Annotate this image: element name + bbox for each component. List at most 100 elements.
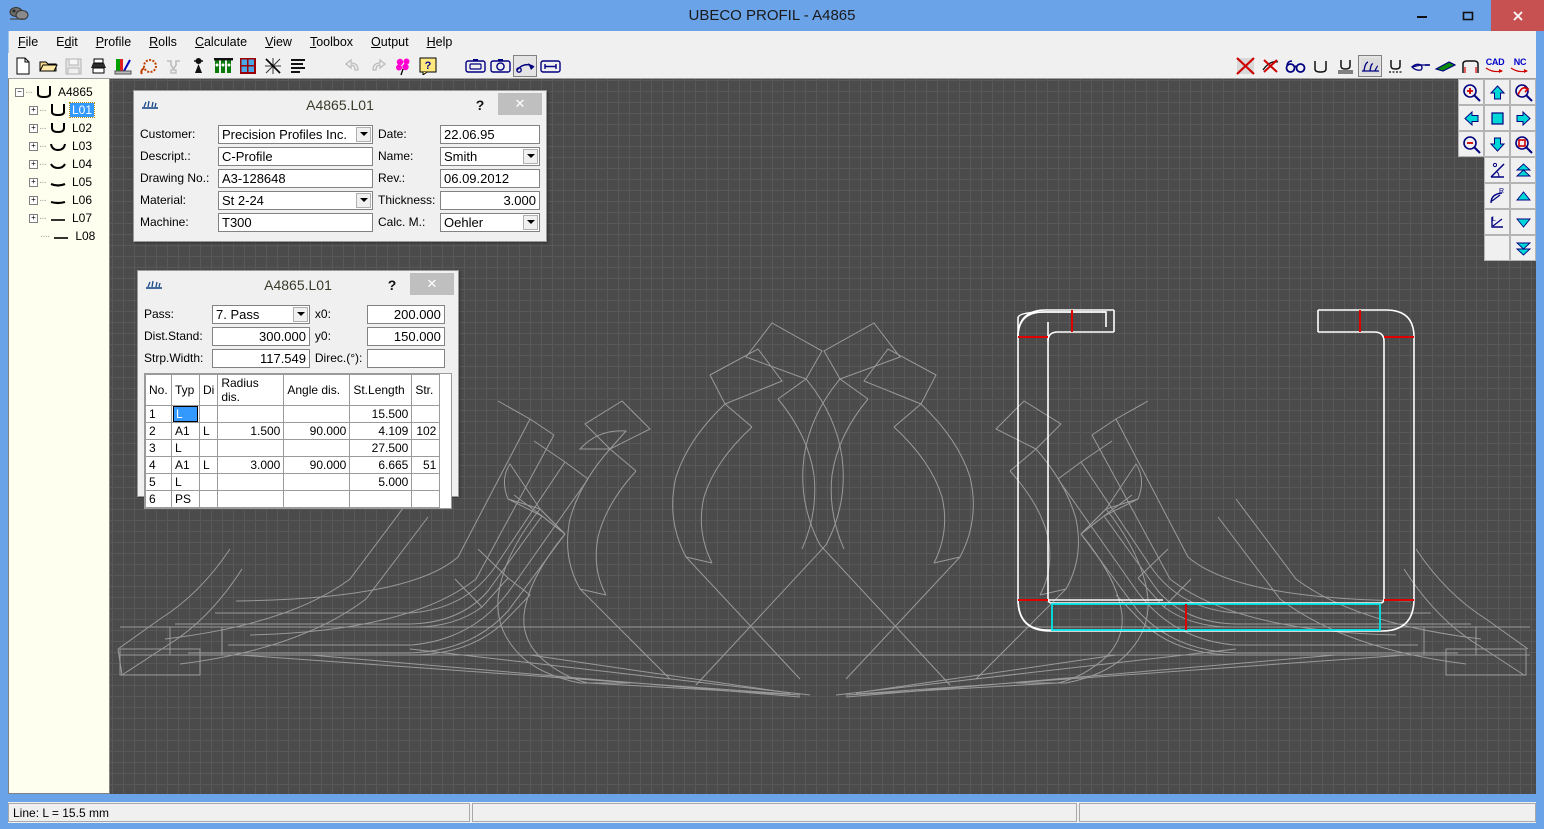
cell-stlength[interactable] — [350, 491, 412, 508]
mesh-icon[interactable] — [261, 55, 285, 77]
cell-radius[interactable]: 3.000 — [218, 457, 284, 474]
thickness-field[interactable]: 3.000 — [440, 191, 540, 210]
menu-profile[interactable]: Profile — [87, 33, 140, 51]
hand-point-icon[interactable] — [1408, 55, 1432, 77]
cell-typ[interactable]: A1 — [172, 423, 200, 440]
diststand-field[interactable]: 300.000 — [212, 327, 310, 346]
cad-export-icon[interactable]: CAD — [1483, 55, 1507, 77]
next-pass-icon[interactable] — [1510, 209, 1536, 235]
name-field[interactable]: Smith — [440, 147, 540, 166]
help-question-icon[interactable]: ? — [416, 55, 440, 77]
cell-typ[interactable]: L — [172, 406, 200, 423]
y0-field[interactable]: 150.000 — [367, 327, 445, 346]
u-profile-dashed-icon[interactable] — [1383, 55, 1407, 77]
cell-stlength[interactable]: 6.665 — [350, 457, 412, 474]
calcm-field[interactable]: Oehler — [440, 213, 540, 232]
pass-dialog-close-button[interactable]: ✕ — [410, 273, 454, 295]
menu-calculate[interactable]: Calculate — [186, 33, 256, 51]
cell-radius[interactable] — [218, 440, 284, 457]
pan-left-icon[interactable] — [1458, 105, 1484, 131]
u-profile-lines-icon[interactable] — [1333, 55, 1357, 77]
tree-item-l04[interactable]: + ··· L04 — [15, 155, 109, 173]
table-row[interactable]: 4 A1 L 3.000 90.000 6.665 51 — [146, 457, 440, 474]
cell-stlength[interactable]: 15.500 — [350, 406, 412, 423]
profile-tree-panel[interactable]: − ··· A4865 + ··· L01 + ··· — [8, 79, 110, 794]
roll-tool-icon[interactable] — [161, 55, 185, 77]
profile-dialog-titlebar[interactable]: A4865.L01 ? ✕ — [134, 91, 546, 119]
mill-stand-icon[interactable] — [211, 55, 235, 77]
cell-str[interactable] — [412, 440, 440, 457]
cell-radius[interactable]: 1.500 — [218, 423, 284, 440]
first-pass-icon[interactable] — [1510, 157, 1536, 183]
machine-field[interactable]: T300 — [218, 213, 373, 232]
close-button[interactable] — [1491, 0, 1544, 31]
table-row[interactable]: 5 L 5.000 — [146, 474, 440, 491]
delete-mesh-icon[interactable] — [1233, 55, 1257, 77]
open-folder-icon[interactable] — [36, 55, 60, 77]
l02-expander[interactable]: + — [29, 124, 38, 133]
cell-angle[interactable]: 90.000 — [284, 423, 350, 440]
tree-item-l02[interactable]: + ··· L02 — [15, 119, 109, 137]
tree-root-node[interactable]: − ··· A4865 — [15, 83, 109, 101]
table-row[interactable]: 6 PS — [146, 491, 440, 508]
cell-stlength[interactable]: 27.500 — [350, 440, 412, 457]
menu-file[interactable]: File — [9, 33, 47, 51]
cell-str[interactable]: 102 — [412, 423, 440, 440]
save-disk-icon[interactable] — [61, 55, 85, 77]
cell-radius[interactable] — [218, 491, 284, 508]
x0-field[interactable]: 200.000 — [367, 305, 445, 324]
root-expander[interactable]: − — [15, 88, 24, 97]
cell-typ[interactable]: L — [172, 440, 200, 457]
zoom-out-icon[interactable] — [1458, 131, 1484, 157]
list-lines-icon[interactable] — [286, 55, 310, 77]
customer-field[interactable]: Precision Profiles Inc. — [218, 125, 373, 144]
undo-icon[interactable] — [341, 55, 365, 77]
pass-dropdown-arrow[interactable] — [293, 307, 308, 322]
tree-item-l07[interactable]: + ··· L07 — [15, 209, 109, 227]
tree-item-l01[interactable]: + ··· L01 — [15, 101, 109, 119]
profile-editor-icon[interactable] — [111, 55, 135, 77]
pass-dialog-titlebar[interactable]: A4865.L01 ? ✕ — [138, 271, 458, 299]
redo-icon[interactable] — [366, 55, 390, 77]
measure-length-icon[interactable]: L — [1484, 209, 1510, 235]
glasses-icon[interactable] — [1283, 55, 1307, 77]
cell-typ[interactable]: A1 — [172, 457, 200, 474]
pass-data-dialog[interactable]: A4865.L01 ? ✕ Pass: 7. Pass Dist.Stand: — [137, 270, 459, 497]
date-field[interactable]: 22.06.95 — [440, 125, 540, 144]
wrench-view-icon[interactable] — [513, 55, 537, 77]
spindle-icon[interactable] — [186, 55, 210, 77]
zoom-in-icon[interactable] — [1458, 79, 1484, 105]
tree-item-l08[interactable]: ···· L08 — [15, 227, 109, 245]
table-row[interactable]: 3 L 27.500 — [146, 440, 440, 457]
caliper-icon[interactable] — [538, 55, 562, 77]
menu-toolbox[interactable]: Toolbox — [301, 33, 362, 51]
tree-item-l05[interactable]: + ··· L05 — [15, 173, 109, 191]
menu-edit[interactable]: Edit — [47, 33, 87, 51]
nc-export-icon[interactable]: NC — [1508, 55, 1532, 77]
l05-expander[interactable]: + — [29, 178, 38, 187]
measure-radius-icon[interactable]: R — [1484, 183, 1510, 209]
cell-angle[interactable] — [284, 440, 350, 457]
calcm-dropdown-arrow[interactable] — [523, 215, 538, 230]
cell-angle[interactable] — [284, 474, 350, 491]
cell-str[interactable] — [412, 406, 440, 423]
tree-item-l06[interactable]: + ··· L06 — [15, 191, 109, 209]
direc-field[interactable] — [367, 349, 445, 368]
camera-icon[interactable] — [488, 55, 512, 77]
menu-output[interactable]: Output — [362, 33, 418, 51]
material-field[interactable]: St 2-24 — [218, 191, 373, 210]
tree-item-l03[interactable]: + ··· L03 — [15, 137, 109, 155]
profile-dialog-help-button[interactable]: ? — [470, 95, 490, 115]
cell-str[interactable] — [412, 491, 440, 508]
cell-str[interactable]: 51 — [412, 457, 440, 474]
flower-icon[interactable] — [391, 55, 415, 77]
pass-select[interactable]: 7. Pass — [212, 305, 310, 324]
pan-up-icon[interactable] — [1484, 79, 1510, 105]
material-dropdown-arrow[interactable] — [356, 193, 371, 208]
prev-pass-icon[interactable] — [1510, 183, 1536, 209]
cell-radius[interactable] — [218, 406, 284, 423]
cell-angle[interactable] — [284, 406, 350, 423]
delete-bend-icon[interactable] — [1258, 55, 1282, 77]
loop-spring-icon[interactable] — [136, 55, 160, 77]
zoom-reset-icon[interactable] — [1510, 79, 1536, 105]
